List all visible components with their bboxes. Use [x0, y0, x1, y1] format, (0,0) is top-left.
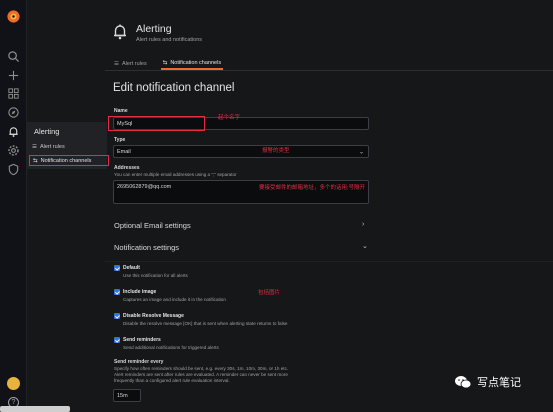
notification-settings-header[interactable]: Notification settings: [114, 243, 179, 252]
tab-alert-rules[interactable]: ☰ Alert rules: [112, 58, 149, 70]
grafana-logo-icon[interactable]: [6, 9, 21, 24]
settings-icon[interactable]: [7, 144, 20, 157]
chevron-down-icon[interactable]: ⌄: [362, 242, 368, 250]
tab-notification-channels[interactable]: ⇆ Notification channels: [160, 58, 224, 70]
tab-bar: ☰ Alert rules ⇆ Notification channels: [112, 58, 224, 70]
plus-icon[interactable]: [7, 69, 20, 82]
watermark: 写点笔记: [454, 374, 521, 390]
dashboards-icon[interactable]: [7, 87, 20, 100]
include-image-label: Include image: [123, 289, 157, 295]
disable-resolve-description: Disable the resolve message [OK] that is…: [123, 321, 288, 326]
flyout-item-alert-rules[interactable]: ☰ Alert rules: [32, 144, 65, 150]
addresses-annotation: 要接受邮件的邮箱地址，多个的话用;号隔开: [259, 185, 366, 191]
default-checkbox[interactable]: [114, 265, 120, 271]
tab-label: Notification channels: [170, 60, 222, 66]
reminder-label: Send reminder every: [114, 359, 164, 365]
search-icon[interactable]: [7, 50, 20, 63]
shield-icon[interactable]: [7, 163, 20, 176]
bell-icon[interactable]: [7, 125, 20, 138]
type-label: Type: [114, 137, 126, 143]
page-header-subtitle: Alert rules and notifications: [136, 37, 203, 43]
page-title: Edit notification channel: [113, 82, 235, 94]
bell-icon: [112, 23, 128, 41]
tab-divider: [105, 70, 553, 71]
send-reminders-label: Send reminders: [123, 337, 161, 343]
reminder-description-3: frequently than a configured alert rule …: [114, 378, 230, 383]
flyout-title[interactable]: Alerting: [34, 127, 59, 136]
include-image-checkbox[interactable]: [114, 289, 120, 295]
reminder-interval-input[interactable]: 15m: [113, 389, 141, 402]
include-image-annotation: 包括图片: [258, 290, 281, 296]
watermark-text: 写点笔记: [477, 377, 521, 389]
type-select[interactable]: Email ⌄: [113, 145, 369, 158]
exchange-icon: ⇆: [33, 157, 38, 164]
send-reminders-checkbox[interactable]: [114, 337, 120, 343]
chevron-right-icon[interactable]: ›: [362, 221, 364, 228]
type-select-value: Email: [117, 148, 131, 155]
name-highlight-box: [108, 116, 205, 131]
flyout-item-label: Notification channels: [40, 157, 92, 164]
horizontal-scrollbar[interactable]: [0, 406, 70, 412]
chevron-down-icon: ⌄: [358, 149, 364, 155]
flyout-item-notification-channels[interactable]: ⇆ Notification channels: [29, 155, 109, 166]
default-label: Default: [123, 265, 140, 271]
disable-resolve-label: Disable Resolve Message: [123, 313, 184, 319]
exchange-icon: ⇆: [162, 60, 168, 66]
page-header-title: Alerting: [136, 23, 172, 35]
list-icon: ☰: [32, 144, 37, 150]
addresses-label: Addresses: [114, 165, 140, 171]
name-label: Name: [114, 108, 128, 114]
disable-resolve-checkbox[interactable]: [114, 313, 120, 319]
list-icon: ☰: [114, 61, 119, 67]
section-divider: [105, 261, 553, 262]
tab-label: Alert rules: [121, 61, 147, 67]
wechat-icon: [455, 376, 472, 389]
optional-email-settings-header[interactable]: Optional Email settings: [114, 221, 191, 230]
alerting-flyout-menu: Alerting ☰ Alert rules ⇆ Notification ch…: [27, 122, 109, 169]
avatar[interactable]: [7, 377, 20, 390]
send-reminders-description: Send additional notifications for trigge…: [123, 345, 219, 350]
include-image-description: Captures an image and include it in the …: [123, 297, 226, 302]
flyout-item-label: Alert rules: [39, 144, 65, 150]
name-annotation: 起个名字: [218, 115, 241, 121]
type-annotation: 报警的类型: [262, 148, 290, 154]
default-description: Use this notification for all alerts: [123, 273, 188, 278]
side-rail: ?: [0, 0, 27, 412]
addresses-description: You can enter multiple email addresses u…: [114, 172, 237, 177]
explore-icon[interactable]: [7, 106, 20, 119]
